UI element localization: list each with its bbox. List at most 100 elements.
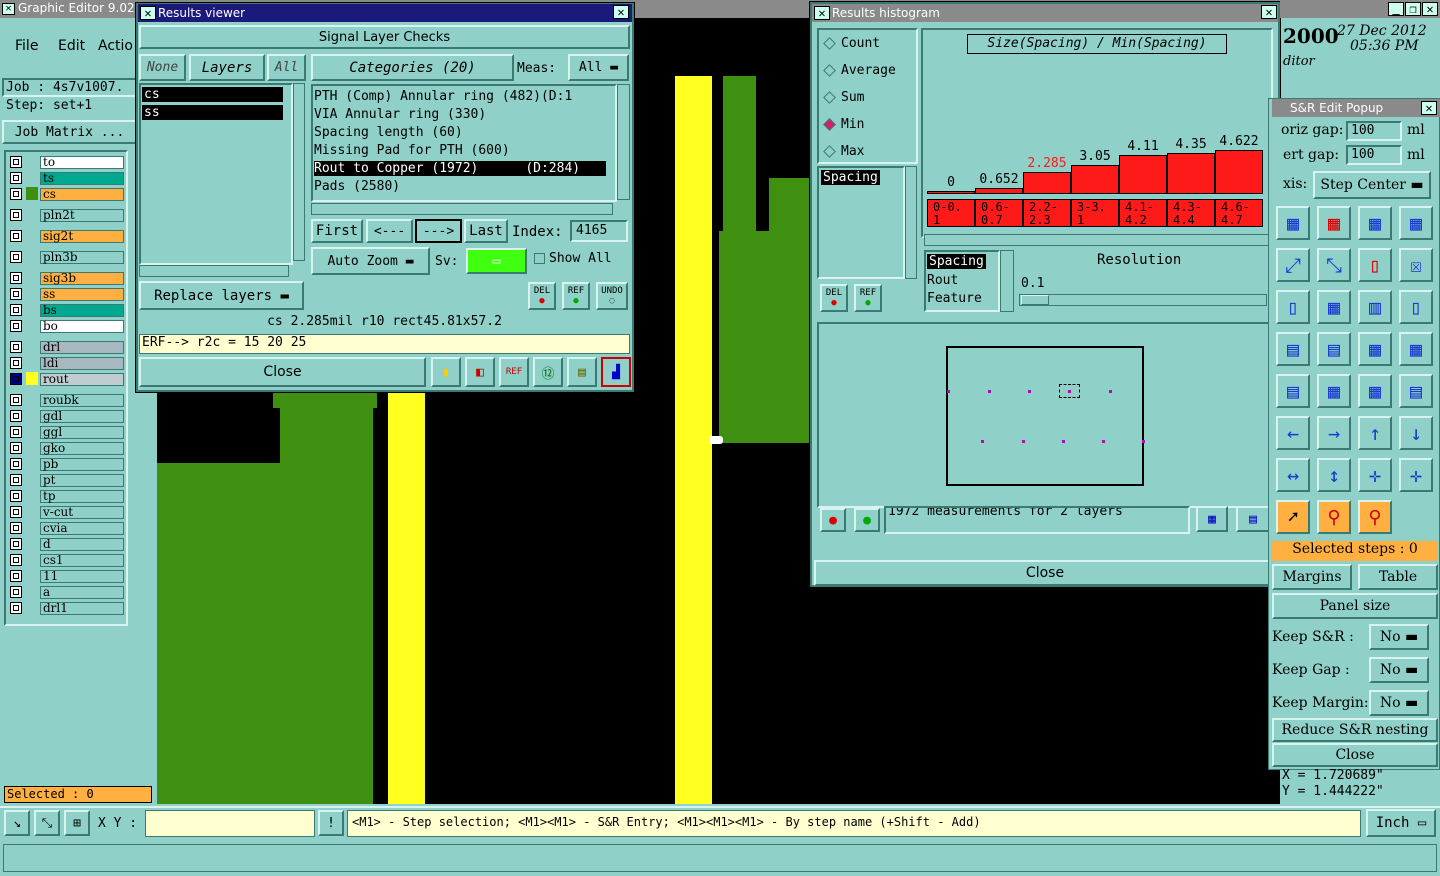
- hist-list2-item[interactable]: Feature: [927, 291, 982, 306]
- sr-reduce-nesting-button[interactable]: Reduce S&R nesting: [1272, 718, 1438, 742]
- layer-row-a[interactable]: a: [8, 585, 124, 599]
- layer-name[interactable]: pt: [40, 473, 124, 487]
- hist-list-item[interactable]: Spacing: [821, 170, 880, 185]
- layer-checkbox[interactable]: [10, 522, 22, 534]
- layer-name[interactable]: a: [40, 585, 124, 599]
- hist-del-button[interactable]: DEL ●: [820, 284, 848, 312]
- rv-replace-layers-select[interactable]: Replace layers ▬: [139, 281, 304, 310]
- rv-ref-button[interactable]: REF ●: [562, 282, 590, 310]
- histogram-menu-icon[interactable]: ✕: [814, 6, 830, 20]
- rv-auto-zoom-select[interactable]: Auto Zoom ▬: [311, 247, 430, 275]
- layer-row-cs[interactable]: cs: [8, 187, 124, 201]
- hist-list2-item[interactable]: Rout: [927, 273, 958, 288]
- layer-checkbox[interactable]: [10, 506, 22, 518]
- hist-bar-category[interactable]: 4.3-4.4: [1167, 199, 1215, 227]
- layer-row-pln3b[interactable]: pln3b: [8, 250, 124, 264]
- rv-next-button[interactable]: --->: [415, 219, 462, 243]
- layer-row-to[interactable]: to: [8, 155, 124, 169]
- hist-bar[interactable]: [1119, 155, 1167, 194]
- sr-vert-gap-input[interactable]: 100: [1346, 145, 1402, 165]
- rv-undo-button[interactable]: UNDO ◌: [596, 282, 628, 310]
- rv-close-button[interactable]: Close: [139, 357, 426, 387]
- distribute-h-icon[interactable]: ▦: [1317, 374, 1351, 408]
- rv-layer-item[interactable]: ss: [142, 105, 283, 120]
- menu-actions[interactable]: Actio: [98, 38, 133, 54]
- hist-close-button[interactable]: Close: [814, 560, 1276, 586]
- layer-checkbox[interactable]: [10, 394, 22, 406]
- hist-bar[interactable]: [927, 191, 975, 194]
- layer-checkbox[interactable]: [10, 538, 22, 550]
- hist-option-label[interactable]: Min: [841, 117, 864, 132]
- hist-list-scrollbar[interactable]: [905, 166, 917, 279]
- hist-resolution-slider[interactable]: [1019, 294, 1267, 306]
- align-left-icon[interactable]: ▤: [1276, 332, 1310, 366]
- hist-bar-category[interactable]: 4.6-4.7: [1215, 199, 1263, 227]
- step-rotate-icon[interactable]: ▯: [1399, 290, 1433, 324]
- rv-histogram-icon[interactable]: ▟: [601, 357, 631, 387]
- step-nest-icon[interactable]: ▦: [1317, 290, 1351, 324]
- rv-category-item[interactable]: PTH (Comp) Annular ring (482)(D:1: [314, 89, 606, 104]
- layer-name[interactable]: v-cut: [40, 505, 124, 519]
- hist-option-label[interactable]: Average: [841, 63, 896, 78]
- layer-row-drl[interactable]: drl: [8, 340, 124, 354]
- layer-row-tp[interactable]: tp: [8, 489, 124, 503]
- rv-category-item[interactable]: Rout to Copper (1972) (D:284): [314, 161, 606, 176]
- rv-category-item[interactable]: Missing Pad for PTH (600): [314, 143, 606, 158]
- rv-show-all-checkbox[interactable]: [534, 253, 545, 264]
- layer-checkbox[interactable]: [10, 288, 22, 300]
- sr-close-button[interactable]: Close: [1272, 743, 1438, 767]
- hist-record-icon[interactable]: ●: [820, 508, 846, 532]
- layer-row-ts[interactable]: ts: [8, 171, 124, 185]
- layer-checkbox[interactable]: [10, 586, 22, 598]
- align-grid-icon[interactable]: ▦: [1399, 332, 1433, 366]
- hist-bar[interactable]: [1023, 172, 1071, 194]
- layer-row-gdl[interactable]: gdl: [8, 409, 124, 423]
- resize-icon[interactable]: ⤢: [1276, 248, 1310, 282]
- layer-checkbox[interactable]: [10, 357, 22, 369]
- layer-row-ss[interactable]: ss: [8, 287, 124, 301]
- layer-row-sig2t[interactable]: sig2t: [8, 229, 124, 243]
- hist-option-label[interactable]: Sum: [841, 90, 864, 105]
- pick2-icon[interactable]: ⚲: [1358, 500, 1392, 534]
- xy-input[interactable]: [145, 810, 315, 837]
- rv-category-hscrollbar[interactable]: [311, 203, 613, 215]
- layer-name[interactable]: bs: [40, 303, 124, 317]
- rv-report-icon[interactable]: ▤: [567, 357, 597, 387]
- hist-layout2-icon[interactable]: ▤: [1236, 506, 1270, 532]
- center-icon[interactable]: ✛: [1358, 458, 1392, 492]
- results-viewer-close-icon[interactable]: ✕: [613, 5, 629, 19]
- layer-checkbox[interactable]: [10, 341, 22, 353]
- rv-layer-scrollbar[interactable]: [293, 83, 305, 261]
- rv-last-button[interactable]: Last: [464, 219, 508, 243]
- rv-layer-hscrollbar[interactable]: [139, 265, 289, 277]
- layer-checkbox[interactable]: [10, 320, 22, 332]
- delete-icon[interactable]: ☒: [1399, 248, 1433, 282]
- layer-row-rout[interactable]: rout: [8, 372, 124, 386]
- layer-name[interactable]: ts: [40, 171, 124, 185]
- rv-category-item[interactable]: VIA Annular ring (330): [314, 107, 606, 122]
- rv-category-item[interactable]: Pads (2580): [314, 179, 606, 194]
- hist-chart-scrollbar[interactable]: [924, 234, 1270, 246]
- align-center-icon[interactable]: ▤: [1317, 332, 1351, 366]
- layer-row-pt[interactable]: pt: [8, 473, 124, 487]
- units-select[interactable]: Inch ▭: [1366, 809, 1436, 837]
- pick-icon[interactable]: ⚲: [1317, 500, 1351, 534]
- layer-checkbox[interactable]: [10, 490, 22, 502]
- array-icon[interactable]: ▦: [1276, 206, 1310, 240]
- layer-name[interactable]: ss: [40, 287, 124, 301]
- sr-popup-close-icon[interactable]: ✕: [1421, 101, 1437, 115]
- layer-name[interactable]: bo: [40, 319, 124, 333]
- layer-checkbox[interactable]: [10, 304, 22, 316]
- rv-category-scrollbar[interactable]: [617, 84, 630, 200]
- layer-checkbox[interactable]: [10, 554, 22, 566]
- layer-row-d[interactable]: d: [8, 537, 124, 551]
- rv-number-icon[interactable]: ⑫: [533, 357, 563, 387]
- sr-horiz-gap-input[interactable]: 100: [1346, 121, 1402, 141]
- hist-bar[interactable]: [1071, 165, 1119, 194]
- zoom-icon[interactable]: ↘: [4, 810, 30, 836]
- distribute-v-icon[interactable]: ▤: [1399, 374, 1433, 408]
- layer-checkbox[interactable]: [10, 209, 22, 221]
- hist-bar[interactable]: [1167, 153, 1215, 194]
- sr-keep-sr-select[interactable]: No ▬: [1369, 624, 1429, 650]
- spread-h-icon[interactable]: ↔: [1276, 458, 1310, 492]
